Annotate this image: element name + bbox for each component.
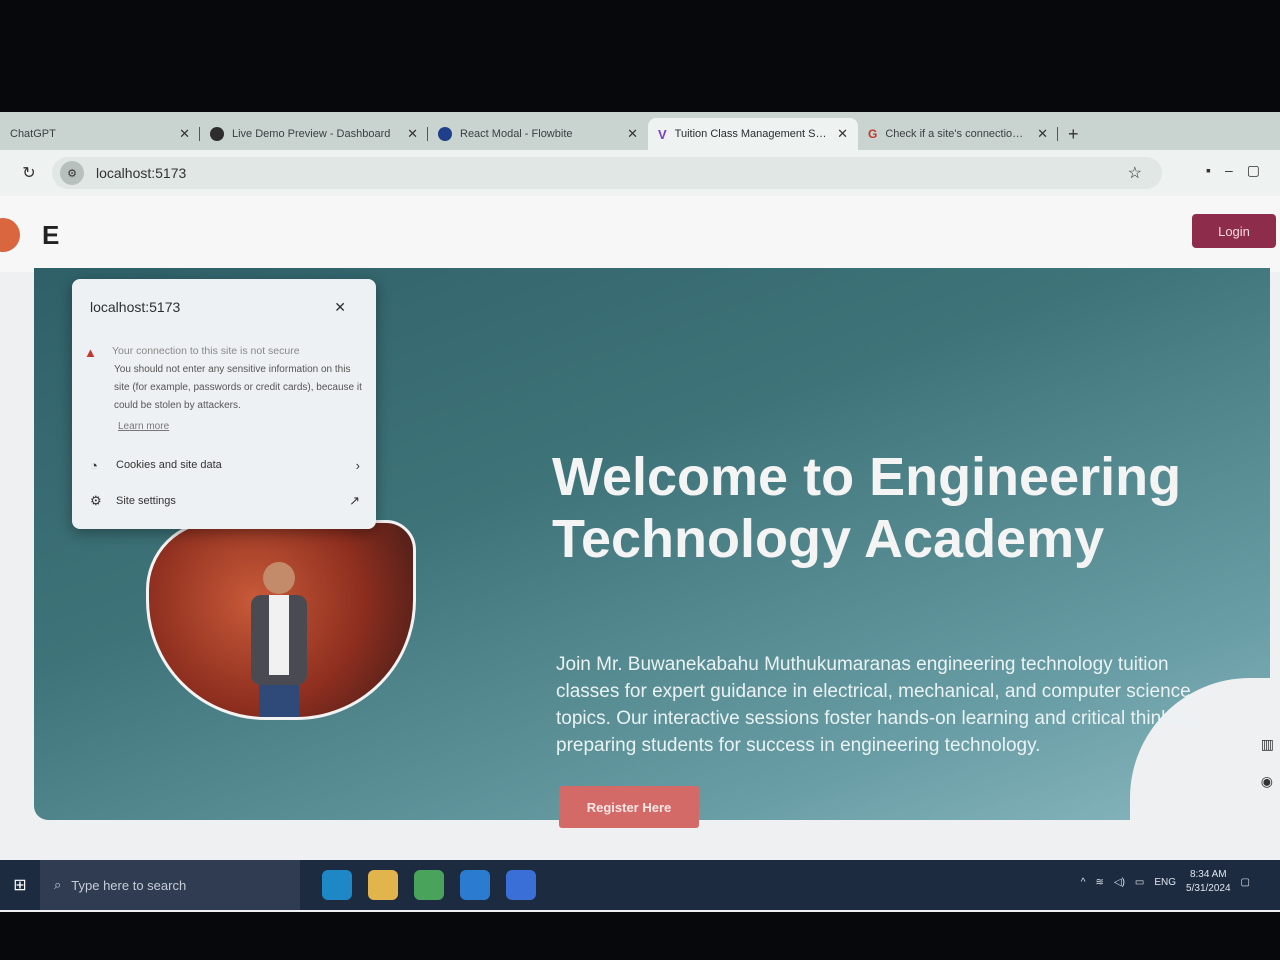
system-tray: ^ ≋ ◁) ▭ ENG 8:34 AM 5/31/2024 ▢ xyxy=(1081,868,1250,896)
site-info-icon[interactable]: ⚙ xyxy=(60,161,84,185)
search-icon: ⌕ xyxy=(54,877,62,892)
clock[interactable]: 8:34 AM 5/31/2024 xyxy=(1186,868,1231,896)
register-button[interactable]: Register Here xyxy=(559,786,699,828)
language-indicator[interactable]: ENG xyxy=(1154,877,1176,888)
site-settings-label: Site settings xyxy=(116,495,176,507)
chevron-right-icon: › xyxy=(355,457,360,473)
tab-check-connection[interactable]: G Check if a site's connection is s ✕ xyxy=(858,118,1058,150)
file-explorer-icon[interactable] xyxy=(368,870,398,900)
tab-title: Live Demo Preview - Dashboard xyxy=(232,128,391,140)
chevron-up-icon[interactable]: ^ xyxy=(1081,877,1086,888)
person-image xyxy=(251,562,307,717)
extension-icon[interactable]: ▪ xyxy=(1206,162,1211,179)
favicon-icon xyxy=(210,127,224,141)
bookmark-star-icon[interactable]: ☆ xyxy=(1128,163,1142,183)
brand-initial: E xyxy=(42,220,60,250)
minus-icon[interactable]: – xyxy=(1225,162,1233,179)
close-icon[interactable]: ✕ xyxy=(837,126,848,142)
tab-title: React Modal - Flowbite xyxy=(460,128,573,140)
tab-live-demo[interactable]: Live Demo Preview - Dashboard ✕ xyxy=(200,118,428,150)
pinned-apps xyxy=(322,870,536,900)
side-panel-icons: ▥ ◉ xyxy=(1261,736,1274,790)
favicon-icon xyxy=(438,127,452,141)
site-info-popup: localhost:5173 ✕ ▲ Your connection to th… xyxy=(72,279,376,529)
tab-chatgpt[interactable]: ChatGPT ✕ xyxy=(0,118,200,150)
cookies-label: Cookies and site data xyxy=(116,459,222,471)
notification-icon[interactable]: ▢ xyxy=(1241,877,1250,888)
cookies-row[interactable]: ◔ Cookies and site data › xyxy=(90,451,360,479)
hero-title: Welcome to Engineering Technology Academ… xyxy=(552,447,1182,569)
cookie-icon: ◔ xyxy=(90,457,98,473)
site-navbar: E Login xyxy=(0,196,1280,272)
hero-description: Join Mr. Buwanekabahu Muthukumaranas eng… xyxy=(556,654,1202,756)
external-link-icon: ↗ xyxy=(349,493,360,508)
windows-start-icon[interactable]: ⊞ xyxy=(0,860,40,910)
gear-icon: ⚙ xyxy=(90,493,102,508)
edge-icon[interactable] xyxy=(322,870,352,900)
battery-icon[interactable]: ▭ xyxy=(1135,877,1144,888)
volume-icon[interactable]: ◁) xyxy=(1114,877,1125,888)
date: 5/31/2024 xyxy=(1186,883,1231,894)
address-bar[interactable]: ⚙ localhost:5173 ☆ xyxy=(52,157,1162,189)
google-icon: G xyxy=(868,127,878,141)
toolbar-icons: ▪ – ▢ xyxy=(1206,162,1260,179)
close-icon[interactable]: ✕ xyxy=(407,126,418,142)
assistant-icon[interactable]: ◉ xyxy=(1261,773,1274,790)
login-button[interactable]: Login xyxy=(1192,214,1276,248)
close-icon[interactable]: ✕ xyxy=(1037,126,1048,142)
tab-react-modal[interactable]: React Modal - Flowbite ✕ xyxy=(428,118,648,150)
site-settings-row[interactable]: ⚙ Site settings ↗ xyxy=(90,487,360,515)
windows-taskbar: ⊞ ⌕ Type here to search ^ ≋ ◁) ▭ ENG 8:3… xyxy=(0,860,1280,910)
tab-strip: ChatGPT ✕ Live Demo Preview - Dashboard … xyxy=(0,112,1280,150)
warning-title: Your connection to this site is not secu… xyxy=(112,345,300,357)
vscode-icon[interactable] xyxy=(460,870,490,900)
tab-title: ChatGPT xyxy=(10,128,56,140)
screen: ChatGPT ✕ Live Demo Preview - Dashboard … xyxy=(0,112,1280,912)
reload-icon[interactable]: ↻ xyxy=(14,163,44,183)
learn-more-link[interactable]: Learn more xyxy=(118,421,169,432)
search-placeholder: Type here to search xyxy=(71,877,187,893)
puzzle-icon[interactable]: ▢ xyxy=(1247,162,1260,179)
warning-body: You should not enter any sensitive infor… xyxy=(114,364,362,411)
taskbar-search[interactable]: ⌕ Type here to search xyxy=(40,860,300,910)
tab-title: Check if a site's connection is s xyxy=(885,128,1030,140)
new-tab-button[interactable]: + xyxy=(1058,118,1089,150)
popup-host: localhost:5173 xyxy=(90,299,181,315)
app-icon[interactable] xyxy=(506,870,536,900)
site-logo[interactable] xyxy=(0,218,20,252)
tab-tuition-active[interactable]: V Tuition Class Management Syst ✕ xyxy=(648,118,858,150)
wifi-icon[interactable]: ≋ xyxy=(1096,877,1104,888)
time: 8:34 AM xyxy=(1189,869,1227,880)
chrome-icon[interactable] xyxy=(414,870,444,900)
url-text: localhost:5173 xyxy=(96,165,187,181)
web-page: E Login Welcome to Engineering Technolog… xyxy=(0,196,1280,912)
warning-icon: ▲ xyxy=(84,345,97,360)
browser-toolbar: ↻ ⚙ localhost:5173 ☆ ▪ – ▢ xyxy=(0,150,1280,196)
reading-mode-icon[interactable]: ▥ xyxy=(1261,736,1274,753)
close-icon[interactable]: ✕ xyxy=(179,126,190,142)
tab-title: Tuition Class Management Syst xyxy=(674,128,830,140)
vite-icon: V xyxy=(658,126,667,142)
close-icon[interactable]: ✕ xyxy=(334,299,346,316)
close-icon[interactable]: ✕ xyxy=(627,126,638,142)
